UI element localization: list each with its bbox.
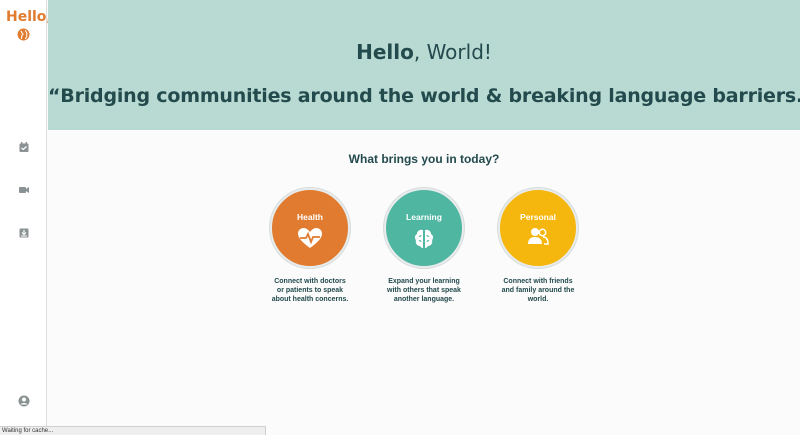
card-health[interactable]: Health Connect with doctors or patients … xyxy=(250,188,370,304)
hero-title: Hello, World! xyxy=(48,40,800,64)
download-box-icon[interactable] xyxy=(18,227,30,239)
personal-description: Connect with friends and family around t… xyxy=(478,277,598,304)
sidebar: Hello, xyxy=(0,0,52,435)
learning-label: Learning xyxy=(406,212,442,222)
desc-line: another language. xyxy=(393,296,455,303)
desc-line: with others that speak xyxy=(387,287,461,294)
card-learning[interactable]: Learning Expand your learning with other… xyxy=(364,188,484,304)
desc-line: or patients to speak xyxy=(276,287,344,294)
app-window: Hello, Hello, World! “Bridging communiti… xyxy=(0,0,800,435)
card-personal[interactable]: Personal Connect with friends and family… xyxy=(478,188,598,304)
page-question: What brings you in today? xyxy=(348,152,500,166)
hero-title-bold: Hello xyxy=(356,40,414,64)
hero-quote: “Bridging communities around the world &… xyxy=(48,85,800,107)
brand-logo-text[interactable]: Hello, xyxy=(6,9,52,25)
learning-description: Expand your learning with others that sp… xyxy=(364,277,484,304)
personal-label: Personal xyxy=(520,212,556,222)
desc-line: about health concerns. xyxy=(271,296,349,303)
status-bar: Waiting for cache... xyxy=(0,426,266,435)
heartbeat-icon xyxy=(297,227,323,254)
globe-icon[interactable] xyxy=(17,28,30,41)
video-icon[interactable] xyxy=(18,184,30,196)
desc-line: Connect with friends xyxy=(503,278,573,285)
health-description: Connect with doctors or patients to spea… xyxy=(250,277,370,304)
health-button[interactable]: Health xyxy=(270,188,350,268)
personal-button[interactable]: Personal xyxy=(498,188,578,268)
learning-button[interactable]: Learning xyxy=(384,188,464,268)
desc-line: Connect with doctors xyxy=(274,278,346,285)
health-label: Health xyxy=(297,212,323,222)
hero-banner: Hello, World! “Bridging communities arou… xyxy=(48,0,800,130)
brain-icon xyxy=(412,227,436,256)
calendar-check-icon[interactable] xyxy=(18,141,30,153)
people-icon xyxy=(527,227,549,250)
desc-line: world. xyxy=(527,296,549,303)
account-circle-icon[interactable] xyxy=(18,395,30,407)
desc-line: and family around the xyxy=(501,287,575,294)
desc-line: Expand your learning xyxy=(388,278,460,285)
hero-title-rest: , World! xyxy=(413,40,492,64)
